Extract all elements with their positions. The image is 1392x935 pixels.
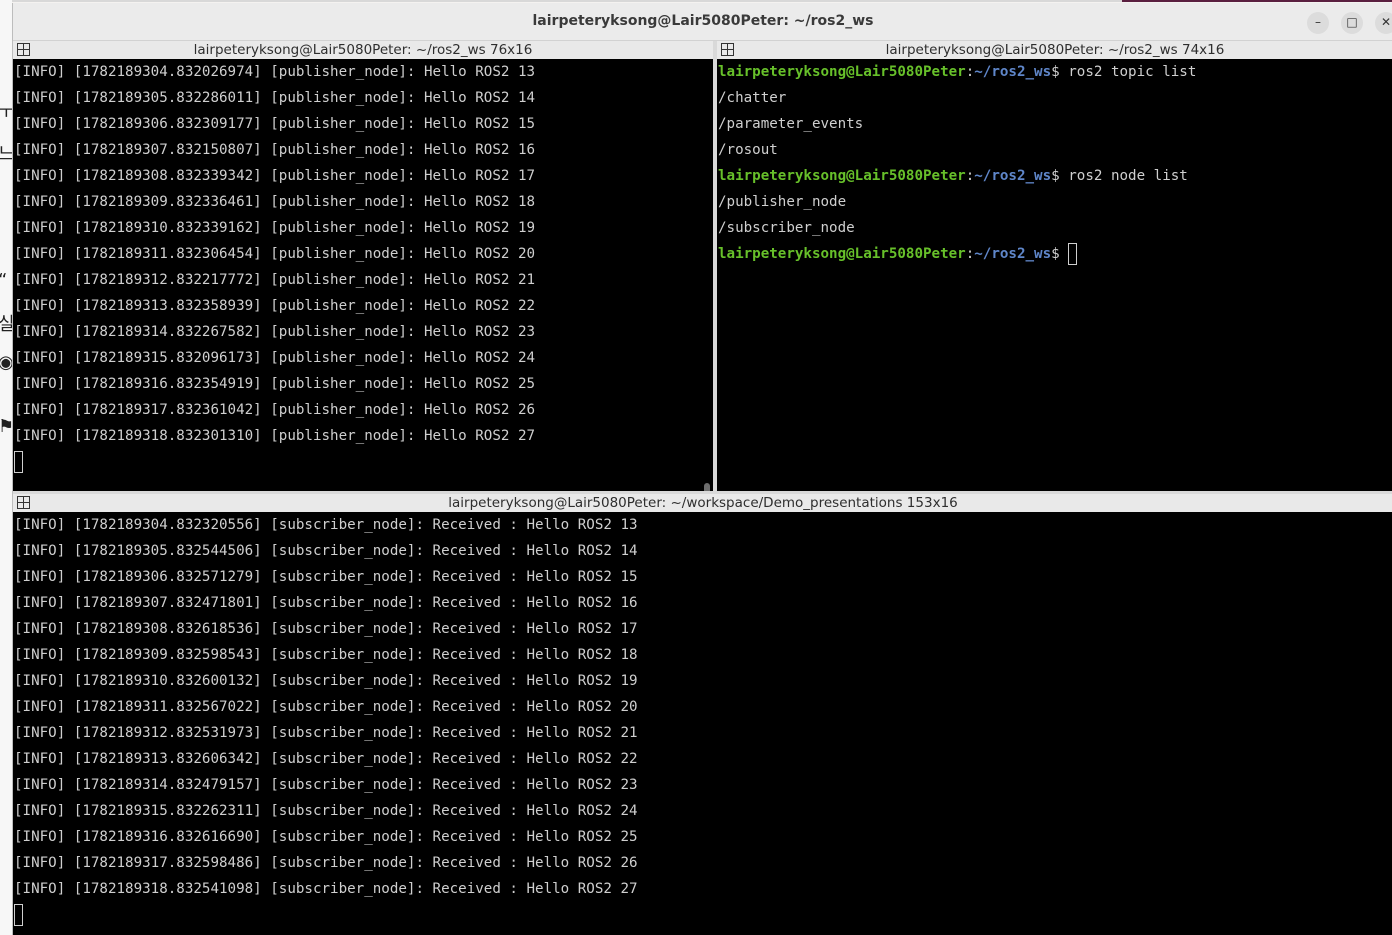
log-line: [INFO] [1782189310.832600132] [subscribe… xyxy=(14,673,638,689)
prompt-path: ~/ros2_ws xyxy=(974,246,1052,262)
command-text: ros2 topic list xyxy=(1068,64,1197,80)
prompt-user: lairpeteryksong@Lair5080Peter xyxy=(718,64,966,80)
log-line: [INFO] [1782189314.832267582] [publisher… xyxy=(14,324,536,340)
log-line: [INFO] [1782189309.832336461] [publisher… xyxy=(14,194,536,210)
log-line: [INFO] [1782189316.832354919] [publisher… xyxy=(14,376,536,392)
log-line: [INFO] [1782189312.832531973] [subscribe… xyxy=(14,725,638,741)
log-line: [INFO] [1782189308.832339342] [publisher… xyxy=(14,168,536,184)
pane-title: lairpeteryksong@Lair5080Peter: ~/ros2_ws… xyxy=(885,42,1225,58)
log-line: [INFO] [1782189306.832571279] [subscribe… xyxy=(14,569,638,585)
terminal-output[interactable]: [INFO] [1782189304.832320556] [subscribe… xyxy=(14,512,1392,935)
output-line: /subscriber_node xyxy=(718,220,855,236)
desktop-top-edge xyxy=(0,0,1122,2)
log-line: [INFO] [1782189304.832320556] [subscribe… xyxy=(14,517,638,533)
log-line: [INFO] [1782189317.832598486] [subscribe… xyxy=(14,855,638,871)
prompt-dollar: $ xyxy=(1051,168,1069,184)
close-button[interactable]: ✕ xyxy=(1375,12,1392,34)
output-line: /chatter xyxy=(718,90,787,106)
log-line: [INFO] [1782189307.832150807] [publisher… xyxy=(14,142,536,158)
terminal-cursor xyxy=(14,904,23,926)
log-line: [INFO] [1782189314.832479157] [subscribe… xyxy=(14,777,638,793)
prompt-line: lairpeteryksong@Lair5080Peter:~/ros2_ws$… xyxy=(718,59,1392,85)
log-line: [INFO] [1782189306.832309177] [publisher… xyxy=(14,116,536,132)
background-glyph: “ xyxy=(0,270,7,291)
prompt-user: lairpeteryksong@Lair5080Peter xyxy=(718,246,966,262)
maximize-button[interactable]: □ xyxy=(1341,12,1363,34)
prompt-line: lairpeteryksong@Lair5080Peter:~/ros2_ws$ xyxy=(718,241,1392,267)
background-app-strip: ㅜ 느 “ 실 ◉ ⚑ xyxy=(0,0,12,935)
terminal-pane-subscriber[interactable]: lairpeteryksong@Lair5080Peter: ~/workspa… xyxy=(13,494,1392,935)
prompt-separator: : xyxy=(965,64,975,80)
log-line: [INFO] [1782189317.832361042] [publisher… xyxy=(14,402,536,418)
pane-header[interactable]: lairpeteryksong@Lair5080Peter: ~/ros2_ws… xyxy=(13,41,713,59)
log-line: [INFO] [1782189318.832541098] [subscribe… xyxy=(14,881,638,897)
pane-header[interactable]: lairpeteryksong@Lair5080Peter: ~/workspa… xyxy=(13,494,1392,512)
cursor-line xyxy=(14,449,713,475)
log-line: [INFO] [1782189315.832096173] [publisher… xyxy=(14,350,536,366)
log-line: [INFO] [1782189318.832301310] [publisher… xyxy=(14,428,536,444)
pane-header[interactable]: lairpeteryksong@Lair5080Peter: ~/ros2_ws… xyxy=(717,41,1392,59)
pane-title: lairpeteryksong@Lair5080Peter: ~/ros2_ws… xyxy=(193,42,533,58)
pane-title: lairpeteryksong@Lair5080Peter: ~/workspa… xyxy=(448,495,958,511)
background-glyph: 느 xyxy=(0,144,12,165)
terminal-cursor xyxy=(14,451,23,473)
log-line: [INFO] [1782189315.832262311] [subscribe… xyxy=(14,803,638,819)
prompt-path: ~/ros2_ws xyxy=(974,64,1052,80)
prompt-separator: : xyxy=(965,246,975,262)
terminal-cursor xyxy=(1068,243,1078,265)
log-line: [INFO] [1782189313.832606342] [subscribe… xyxy=(14,751,638,767)
prompt-separator: : xyxy=(965,168,975,184)
desktop-accent-strip xyxy=(1122,0,1392,2)
log-line: [INFO] [1782189316.832616690] [subscribe… xyxy=(14,829,638,845)
log-line: [INFO] [1782189304.832026974] [publisher… xyxy=(14,64,536,80)
terminal-output[interactable]: lairpeteryksong@Lair5080Peter:~/ros2_ws$… xyxy=(718,59,1392,491)
window-title: lairpeteryksong@Lair5080Peter: ~/ros2_ws xyxy=(532,13,874,29)
window-titlebar[interactable]: lairpeteryksong@Lair5080Peter: ~/ros2_ws… xyxy=(13,3,1392,41)
terminator-window[interactable]: lairpeteryksong@Lair5080Peter: ~/ros2_ws… xyxy=(12,3,1392,935)
log-line: [INFO] [1782189311.832567022] [subscribe… xyxy=(14,699,638,715)
output-line: /parameter_events xyxy=(718,116,864,132)
prompt-dollar: $ xyxy=(1051,246,1069,262)
background-glyph: ◉ xyxy=(0,352,12,373)
background-glyph: ㅜ xyxy=(0,102,12,123)
log-line: [INFO] [1782189310.832339162] [publisher… xyxy=(14,220,536,236)
background-glyph: ⚑ xyxy=(0,416,12,437)
scrollbar-thumb[interactable] xyxy=(704,483,710,491)
terminal-pane-shell[interactable]: lairpeteryksong@Lair5080Peter: ~/ros2_ws… xyxy=(717,41,1392,491)
prompt-line: lairpeteryksong@Lair5080Peter:~/ros2_ws$… xyxy=(718,163,1392,189)
command-text: ros2 node list xyxy=(1068,168,1188,184)
background-glyph: 실 xyxy=(0,314,12,335)
log-line: [INFO] [1782189305.832286011] [publisher… xyxy=(14,90,536,106)
prompt-user: lairpeteryksong@Lair5080Peter xyxy=(718,168,966,184)
log-line: [INFO] [1782189309.832598543] [subscribe… xyxy=(14,647,638,663)
prompt-dollar: $ xyxy=(1051,64,1069,80)
log-line: [INFO] [1782189312.832217772] [publisher… xyxy=(14,272,536,288)
terminal-output[interactable]: [INFO] [1782189304.832026974] [publisher… xyxy=(14,59,713,491)
log-line: [INFO] [1782189305.832544506] [subscribe… xyxy=(14,543,638,559)
log-line: [INFO] [1782189311.832306454] [publisher… xyxy=(14,246,536,262)
prompt-path: ~/ros2_ws xyxy=(974,168,1052,184)
log-line: [INFO] [1782189307.832471801] [subscribe… xyxy=(14,595,638,611)
terminal-pane-publisher[interactable]: lairpeteryksong@Lair5080Peter: ~/ros2_ws… xyxy=(13,41,713,491)
output-line: /publisher_node xyxy=(718,194,847,210)
output-line: /rosout xyxy=(718,142,778,158)
log-line: [INFO] [1782189308.832618536] [subscribe… xyxy=(14,621,638,637)
log-line: [INFO] [1782189313.832358939] [publisher… xyxy=(14,298,536,314)
cursor-line xyxy=(14,902,1392,928)
minimize-button[interactable]: – xyxy=(1307,12,1329,34)
